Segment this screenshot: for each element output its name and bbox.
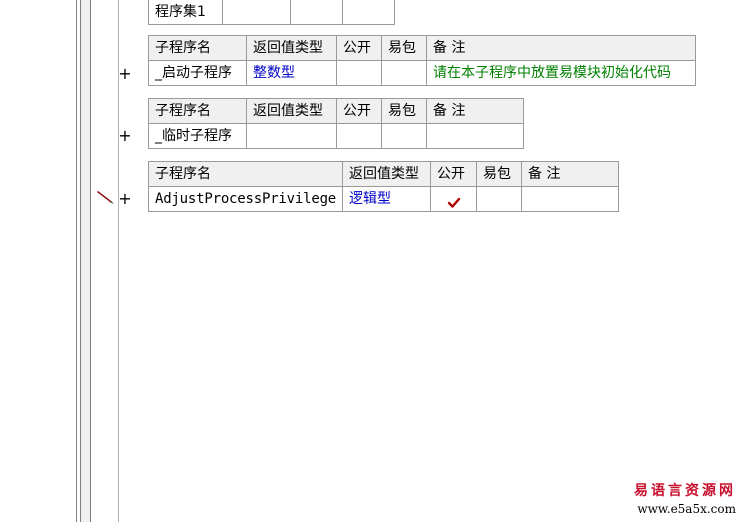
- remark-cell[interactable]: 请在本子程序中放置易模块初始化代码: [426, 60, 696, 86]
- pencil-icon: [96, 189, 116, 205]
- header-name: 子程序名: [147, 161, 344, 187]
- gutter-strip: [80, 0, 90, 522]
- watermark-title: 易语言资源网: [634, 483, 736, 499]
- header-return-type: 返回值类型: [342, 161, 432, 187]
- public-cell[interactable]: [336, 123, 382, 149]
- expand-toggle[interactable]: +: [118, 128, 132, 144]
- header-public: 公开: [336, 35, 382, 61]
- expand-toggle[interactable]: +: [118, 66, 132, 82]
- assembly-table: 程序集1: [148, 0, 395, 25]
- header-package: 易包: [476, 161, 523, 187]
- assembly-cell[interactable]: [222, 0, 291, 25]
- subroutine-name-cell[interactable]: _启动子程序: [148, 60, 247, 86]
- return-type-cell[interactable]: [246, 123, 337, 149]
- package-cell[interactable]: [476, 186, 523, 212]
- gutter-divider: [90, 0, 91, 522]
- assembly-cell[interactable]: [290, 0, 343, 25]
- remark-cell[interactable]: [426, 123, 524, 149]
- gutter-divider: [80, 0, 81, 522]
- header-package: 易包: [381, 35, 427, 61]
- header-return-type: 返回值类型: [246, 98, 337, 124]
- header-remark: 备 注: [426, 35, 696, 61]
- gutter-divider: [76, 0, 77, 522]
- header-remark: 备 注: [521, 161, 620, 187]
- subroutine-name-cell[interactable]: _临时子程序: [148, 123, 247, 149]
- header-name: 子程序名: [148, 98, 247, 124]
- subroutine-table: 子程序名 返回值类型 公开 易包 备 注 AdjustProcessPrivil…: [147, 161, 620, 212]
- watermark-url: www.e5a5x.com: [637, 502, 736, 516]
- public-cell[interactable]: [336, 60, 382, 86]
- public-cell[interactable]: [430, 186, 478, 212]
- header-remark: 备 注: [426, 98, 524, 124]
- package-cell[interactable]: [381, 60, 427, 86]
- subroutine-name-cell[interactable]: AdjustProcessPrivilege: [147, 186, 344, 212]
- watermark: 易语言资源网 www.e5a5x.com: [634, 480, 736, 516]
- check-icon: [447, 193, 461, 208]
- header-public: 公开: [430, 161, 478, 187]
- header-public: 公开: [336, 98, 382, 124]
- header-name: 子程序名: [148, 35, 247, 61]
- package-cell[interactable]: [381, 123, 427, 149]
- header-package: 易包: [381, 98, 427, 124]
- return-type-cell[interactable]: 逻辑型: [342, 186, 432, 212]
- subroutine-table: 子程序名 返回值类型 公开 易包 备 注 _启动子程序 整数型 请在本子程序中放…: [148, 35, 696, 86]
- assembly-cell[interactable]: [342, 0, 395, 25]
- return-type-cell[interactable]: 整数型: [246, 60, 337, 86]
- remark-cell[interactable]: [521, 186, 620, 212]
- expand-toggle[interactable]: +: [118, 191, 132, 207]
- assembly-name-cell[interactable]: 程序集1: [148, 0, 223, 25]
- header-return-type: 返回值类型: [246, 35, 337, 61]
- subroutine-table: 子程序名 返回值类型 公开 易包 备 注 _临时子程序: [148, 98, 524, 149]
